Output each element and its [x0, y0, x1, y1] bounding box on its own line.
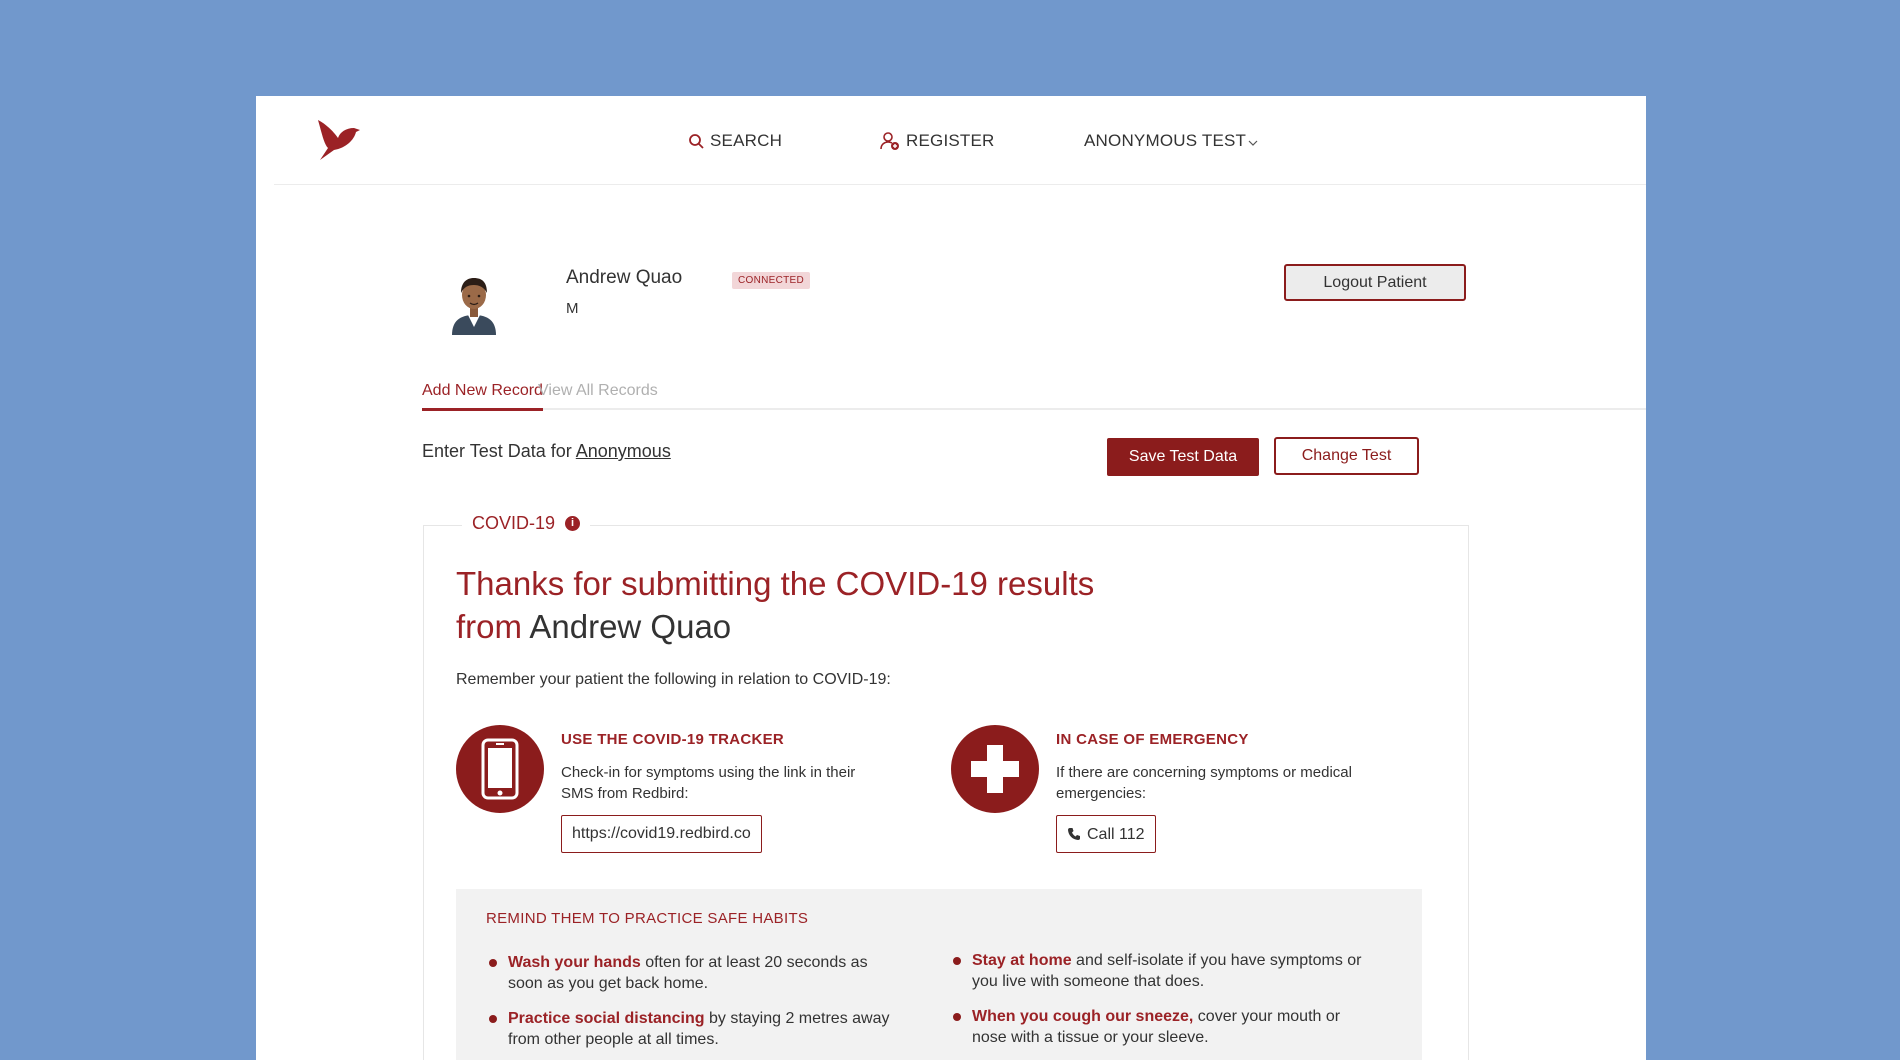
thanks-from: from — [456, 608, 522, 645]
status-badge: CONNECTED — [732, 272, 811, 289]
tracker-title: USE THE COVID-19 TRACKER — [561, 731, 785, 748]
habit-bold: Stay at home — [972, 952, 1072, 969]
thanks-patient-name: Andrew Quao — [529, 608, 732, 645]
section-legend-label: COVID-19 — [472, 513, 556, 533]
change-test-button[interactable]: Change Test — [1274, 437, 1419, 475]
nav-search[interactable]: SEARCH — [688, 131, 782, 151]
habit-item: When you cough our sneeze, cover your mo… — [950, 1006, 1370, 1048]
logout-patient-button[interactable]: Logout Patient — [1284, 264, 1466, 301]
enter-test-data-label: Enter Test Data for Anonymous — [422, 441, 671, 462]
nav-register-label: REGISTER — [906, 131, 995, 150]
chevron-down-icon — [1248, 140, 1258, 146]
tab-add-new-record[interactable]: Add New Record — [422, 382, 543, 411]
remember-text: Remember your patient the following in r… — [456, 671, 891, 688]
patient-avatar — [452, 278, 496, 335]
call-emergency-button[interactable]: Call 112 — [1056, 815, 1156, 853]
emergency-text: If there are concerning symptoms or medi… — [1056, 764, 1352, 802]
patient-name: Andrew Quao — [566, 267, 683, 288]
nav-anonymous-test-dropdown[interactable]: ANONYMOUS TEST — [1084, 131, 1258, 151]
record-tabs: Add New Record View All Records — [422, 382, 1646, 411]
nav-anonymous-test-label: ANONYMOUS TEST — [1084, 131, 1247, 150]
redbird-logo[interactable] — [316, 118, 366, 162]
patient-sex: M — [566, 300, 579, 317]
emergency-title: IN CASE OF EMERGENCY — [1056, 731, 1249, 748]
safe-habits-panel: REMIND THEM TO PRACTICE SAFE HABITS Wash… — [456, 889, 1422, 1060]
habit-bold: Practice social distancing — [508, 1010, 705, 1027]
thanks-heading: Thanks for submitting the COVID-19 resul… — [456, 562, 1094, 648]
habit-bold: When you cough our sneeze, — [972, 1008, 1194, 1025]
app-window: SEARCH REGISTER ANONYMOUS TEST Andrew Qu… — [256, 96, 1646, 1060]
nav-register[interactable]: REGISTER — [880, 131, 995, 151]
call-label: Call 112 — [1087, 825, 1145, 843]
search-icon — [689, 134, 704, 149]
cross-icon — [951, 725, 1039, 813]
section-legend: COVID-19 i — [462, 513, 591, 534]
add-user-icon — [880, 132, 899, 150]
tab-view-all-records[interactable]: View All Records — [538, 382, 658, 406]
habit-bold: Wash your hands — [508, 954, 641, 971]
phone-icon — [456, 725, 544, 813]
top-navbar: SEARCH REGISTER ANONYMOUS TEST — [274, 96, 1646, 185]
habit-item: Practice social distancing by staying 2 … — [486, 1008, 906, 1050]
info-icon[interactable]: i — [565, 516, 581, 531]
habit-item: Stay at home and self-isolate if you hav… — [950, 950, 1370, 992]
save-test-data-button[interactable]: Save Test Data — [1107, 438, 1259, 476]
tracker-text: Check-in for symptoms using the link in … — [561, 764, 856, 802]
nav-search-label: SEARCH — [710, 131, 783, 150]
tracker-link[interactable]: https://covid19.redbird.co — [561, 815, 762, 853]
habit-item: Wash your hands often for at least 20 se… — [486, 952, 906, 994]
phone-call-icon — [1068, 828, 1080, 840]
thanks-line-1: Thanks for submitting the COVID-19 resul… — [456, 565, 1095, 602]
anonymous-link[interactable]: Anonymous — [576, 441, 671, 461]
safe-habits-title: REMIND THEM TO PRACTICE SAFE HABITS — [486, 910, 809, 927]
enter-test-data-prefix: Enter Test Data for — [422, 441, 572, 461]
